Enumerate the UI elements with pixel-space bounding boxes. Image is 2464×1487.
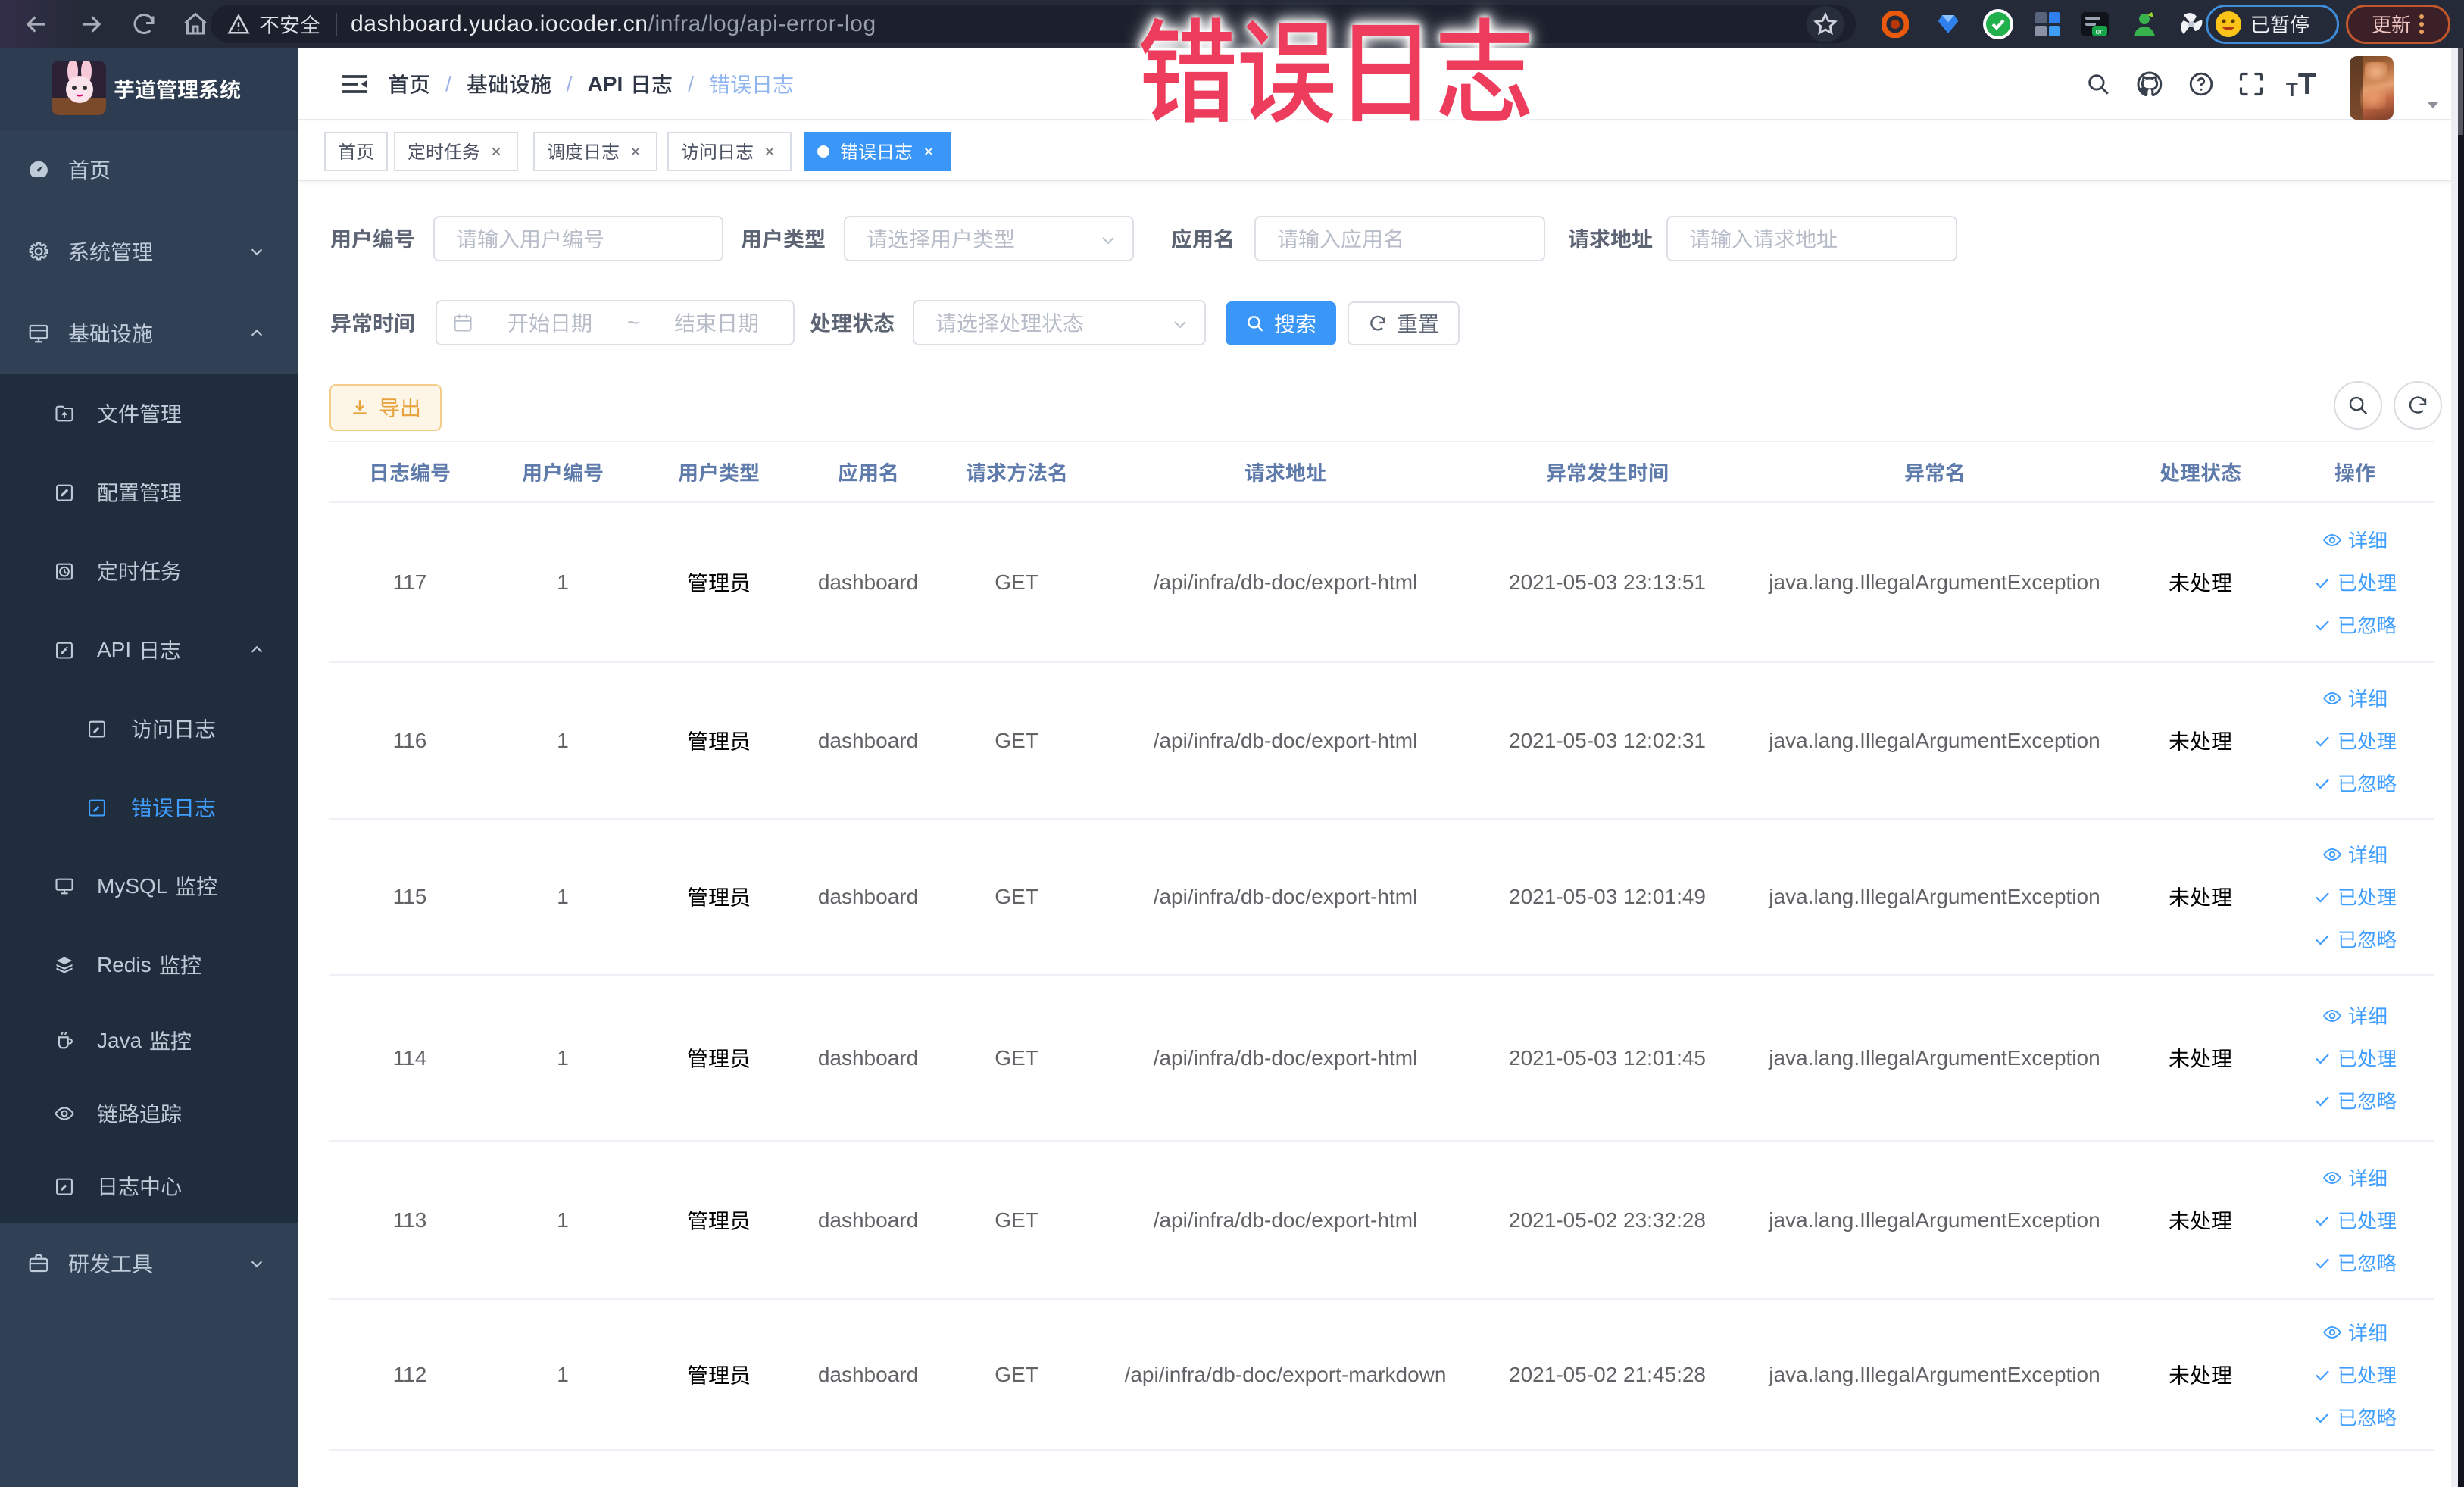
- svg-text:on: on: [2095, 28, 2103, 36]
